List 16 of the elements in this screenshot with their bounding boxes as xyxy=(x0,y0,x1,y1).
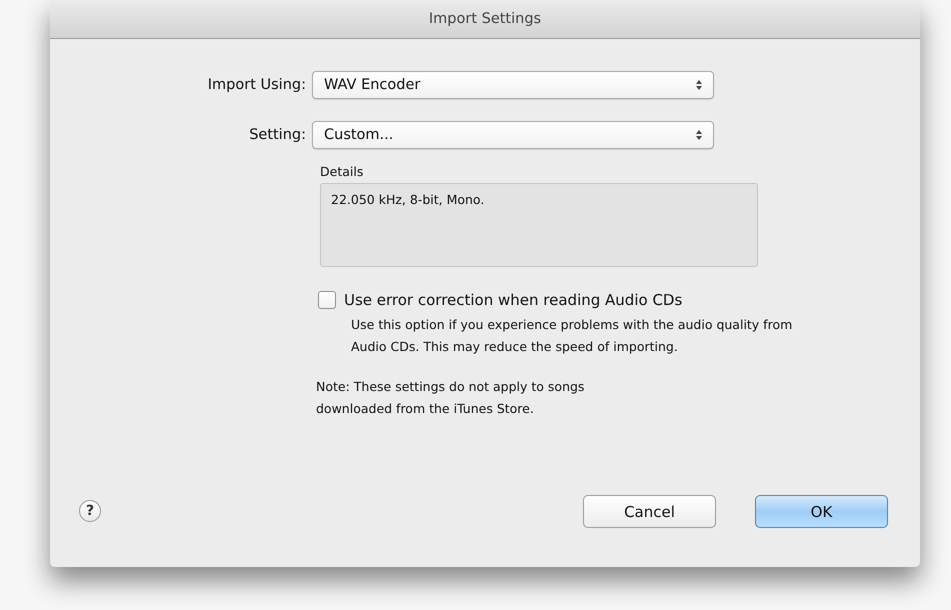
up-down-arrows-icon xyxy=(695,79,703,91)
help-button[interactable]: ? xyxy=(79,500,101,522)
details-label: Details xyxy=(320,164,364,179)
ok-button[interactable]: OK xyxy=(755,495,888,528)
details-box: 22.050 kHz, 8-bit, Mono. xyxy=(320,183,758,267)
field-label: Setting: xyxy=(248,127,307,143)
cancel-button[interactable]: Cancel xyxy=(583,495,716,528)
up-down-arrows-icon xyxy=(695,129,703,141)
window-title: Import Settings xyxy=(428,11,542,27)
checkbox-label[interactable]: Use error correction when reading Audio CDs xyxy=(344,291,682,309)
popup-button[interactable]: WAV Encoder xyxy=(312,71,714,99)
popup-button[interactable]: Custom... xyxy=(312,121,714,149)
option-description: Use this option if you experience problems with the audio quality from Audio CDs. This may reduce the speed of importing. xyxy=(351,316,794,356)
checkbox[interactable] xyxy=(318,291,336,309)
field-label: Import Using: xyxy=(206,77,307,93)
note-text: Note: These settings do not apply to songs downloaded from the iTunes Store. xyxy=(316,378,586,418)
